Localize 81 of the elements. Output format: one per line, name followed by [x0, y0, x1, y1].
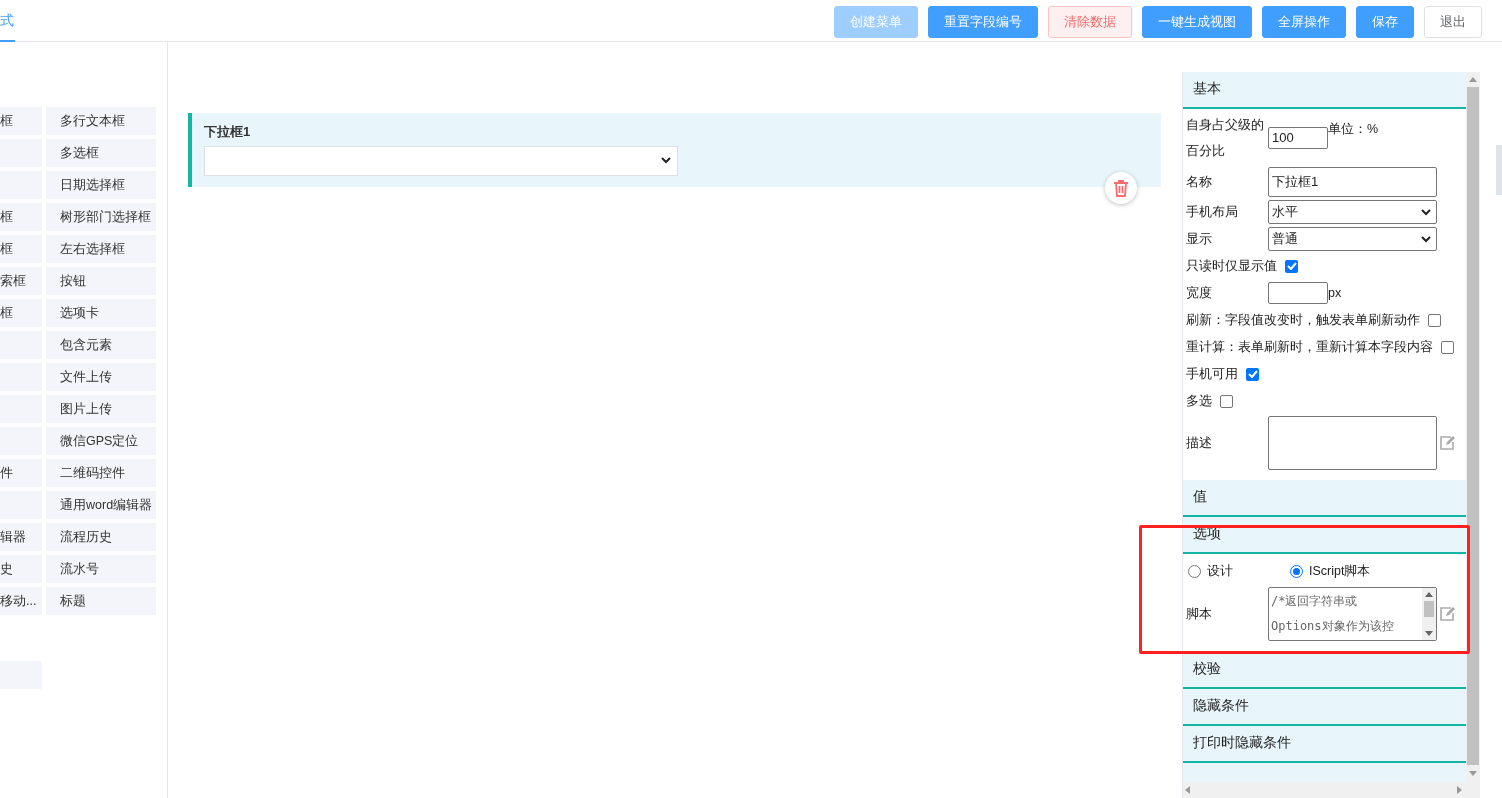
scroll-down-icon[interactable] [1425, 631, 1433, 636]
palette-item[interactable]: 流程历史 [46, 523, 156, 551]
field-label: 只读时仅显示值 [1186, 257, 1277, 275]
scroll-left-icon[interactable] [1185, 786, 1190, 794]
palette-item[interactable]: 标题 [46, 587, 156, 615]
section-header[interactable]: 打印时隐藏条件 [1183, 726, 1467, 763]
unit-label: 单位：% [1328, 121, 1379, 138]
palette-item[interactable]: 索框 [0, 267, 42, 295]
palette-item[interactable]: 微信GPS定位 [46, 427, 156, 455]
checkbox[interactable] [1220, 394, 1233, 408]
palette-item[interactable]: 框 [0, 203, 42, 231]
palette-item[interactable]: 左右选择框 [46, 235, 156, 263]
checkbox[interactable] [1428, 313, 1441, 327]
scroll-right-icon[interactable] [1457, 786, 1462, 794]
script-text: Options对象作为该控 [1271, 618, 1395, 635]
scroll-down-icon[interactable] [1469, 771, 1477, 776]
palette-item[interactable]: 流水号 [46, 555, 156, 583]
option-label: IScript脚本 [1309, 562, 1371, 580]
horizontal-scrollbar[interactable] [1183, 782, 1480, 798]
chevron-icon [661, 157, 671, 164]
section-header[interactable]: 值 [1183, 480, 1467, 517]
input-field[interactable]: 100 [1268, 127, 1328, 149]
collapse-handle[interactable] [1496, 145, 1502, 195]
chevron-icon [1421, 208, 1431, 216]
palette-item[interactable]: 图片上传 [46, 395, 156, 423]
script-text: /*返回字符串或 [1271, 593, 1359, 610]
textarea-scrollbar[interactable] [1422, 588, 1436, 640]
input-field[interactable] [1268, 282, 1328, 304]
palette-item[interactable]: 按钮 [46, 267, 156, 295]
section-header[interactable]: 隐藏条件 [1183, 689, 1467, 726]
toolbar-button[interactable]: 退出 [1424, 5, 1482, 38]
section-header[interactable]: 校验 [1183, 652, 1467, 689]
field-label: 重计算：表单刷新时，重新计算本字段内容 [1186, 338, 1433, 356]
palette-item[interactable]: 二维码控件 [46, 459, 156, 487]
checkbox[interactable] [1285, 259, 1298, 273]
field-label: 手机布局 [1186, 204, 1239, 221]
field-label: 下拉框1 [204, 123, 252, 141]
field-label: 名称 [1186, 174, 1213, 191]
delete-button[interactable] [1105, 172, 1137, 204]
section-header[interactable]: 基本 [1183, 72, 1467, 109]
edit-icon[interactable] [1439, 435, 1456, 451]
palette-item[interactable]: 日期选择框 [46, 171, 156, 199]
field-label: 描述 [1186, 435, 1213, 452]
field-label: 刷新：字段值改变时，触发表单刷新动作 [1186, 311, 1420, 329]
field-label: 多选 [1186, 392, 1212, 410]
textarea-field[interactable] [1268, 416, 1437, 470]
textarea-field[interactable]: /*返回字符串或 Options对象作为该控 [1268, 587, 1437, 641]
field-label: 手机可用 [1186, 365, 1238, 383]
field-label: 脚本 [1186, 606, 1213, 623]
palette-item[interactable]: 通用word编辑器 [46, 491, 156, 519]
palette-item[interactable]: 包含元素 [46, 331, 156, 359]
scroll-up-icon[interactable] [1425, 592, 1433, 597]
palette-item[interactable]: 框 [0, 235, 42, 263]
field-label: 显示 [1186, 231, 1213, 248]
palette-item[interactable]: 件 [0, 459, 42, 487]
palette-item[interactable]: 选项卡 [46, 299, 156, 327]
edit-icon[interactable] [1439, 606, 1456, 622]
dropdown-field[interactable]: 水平 [1268, 200, 1437, 224]
palette-item[interactable]: 辑器 [0, 523, 42, 551]
vertical-scrollbar[interactable] [1466, 72, 1480, 782]
field-label: 自身占父级的百分比 [1186, 117, 1265, 160]
palette-item[interactable]: 文件上传 [46, 363, 156, 391]
scroll-up-icon[interactable] [1469, 77, 1477, 82]
palette-item[interactable]: 史 [0, 555, 42, 583]
input-field[interactable]: 下拉框1 [1268, 167, 1437, 197]
form-field-card[interactable]: 下拉框1 [188, 113, 1161, 187]
palette-item[interactable]: 多行文本框 [46, 107, 156, 135]
option-label: 设计 [1207, 562, 1233, 580]
chevron-icon [1421, 235, 1431, 243]
field-label: 宽度 [1186, 285, 1213, 302]
palette-item[interactable]: 框 [0, 107, 42, 135]
checkbox[interactable] [1246, 367, 1259, 381]
palette-item[interactable]: 移动... [0, 587, 42, 615]
dropdown-field[interactable]: 普通 [1268, 227, 1437, 251]
dropdown-field[interactable] [204, 145, 678, 176]
unit-label: px [1328, 284, 1342, 302]
checkbox[interactable] [1441, 340, 1454, 354]
palette-item[interactable]: 多选框 [46, 139, 156, 167]
trash-icon [1113, 179, 1129, 197]
palette-item[interactable]: 框 [0, 299, 42, 327]
palette-item[interactable]: 树形部门选择框 [46, 203, 156, 231]
